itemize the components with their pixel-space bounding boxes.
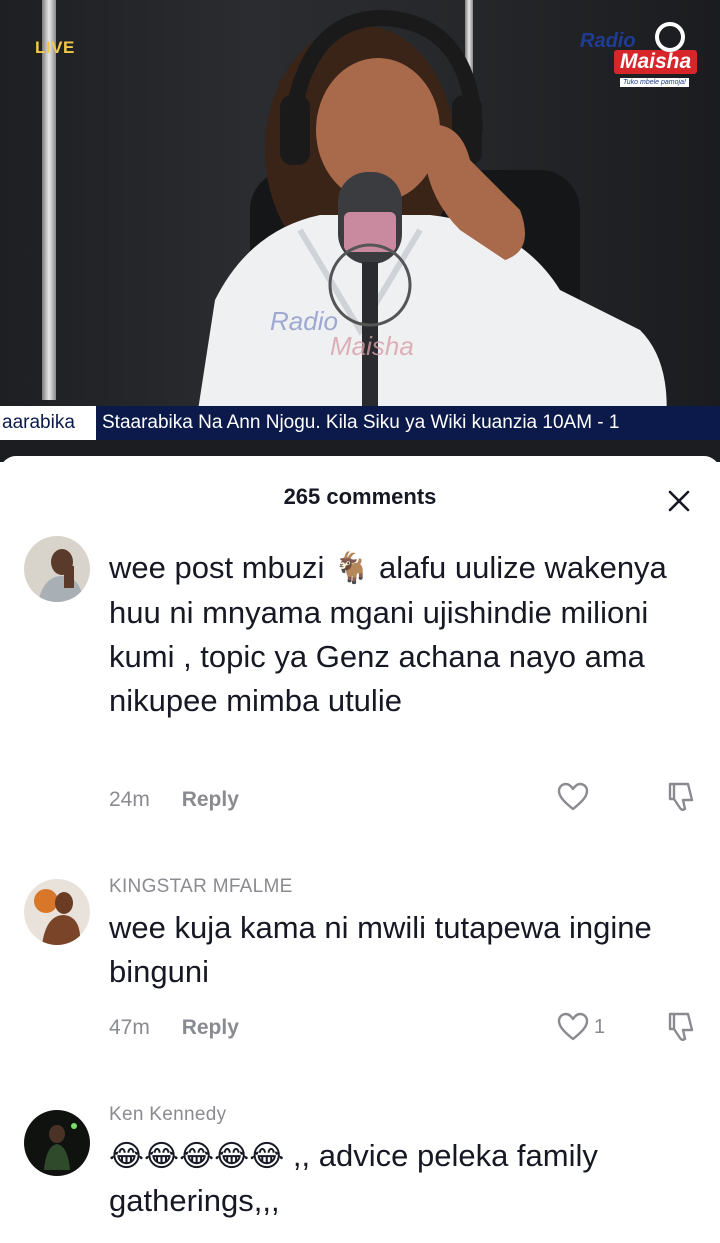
svg-text:Radio: Radio [270, 306, 338, 336]
avatar[interactable] [24, 1110, 90, 1176]
svg-text:Maisha: Maisha [330, 331, 414, 361]
ticker-tab: aarabika [0, 406, 96, 440]
goat-emoji: 🐐 [333, 552, 371, 585]
comment-item: KINGSTAR MFALME wee kuja kama ni mwili t… [0, 876, 720, 1046]
comment-meta: 24m Reply [109, 788, 239, 812]
comment-time: 47m [109, 1016, 150, 1039]
comment-time: 24m [109, 788, 150, 811]
heart-icon[interactable] [557, 782, 589, 812]
thumbs-down-icon[interactable] [664, 1010, 698, 1044]
comment-text-part: wee post mbuzi [109, 550, 325, 585]
comment-meta: 47m Reply [109, 1016, 239, 1040]
ticker-text: Staarabika Na Ann Njogu. Kila Siku ya Wi… [102, 412, 620, 433]
comment-text: wee post mbuzi 🐐 alafu uulize wakenya hu… [109, 546, 669, 723]
logo-ring-icon [655, 22, 685, 52]
comment-author[interactable]: Ken Kennedy [109, 1104, 226, 1126]
live-video-player[interactable]: Radio Maisha LIVE Radio Maisha Tuko mbel… [0, 0, 720, 462]
like-count: 1 [594, 1016, 606, 1038]
radio-maisha-logo: Radio Maisha Tuko mbele pamoja! [580, 22, 698, 94]
logo-tagline: Tuko mbele pamoja! [620, 78, 689, 87]
logo-line2: Maisha [614, 50, 698, 74]
live-badge: LIVE [35, 38, 75, 57]
comments-sheet: 265 comments wee post mbuzi 🐐 alafu uuli… [0, 456, 720, 1243]
comment-item: wee post mbuzi 🐐 alafu uulize wakenya hu… [0, 536, 720, 826]
thumbs-down-icon[interactable] [664, 780, 698, 814]
reply-button[interactable]: Reply [182, 788, 239, 811]
comment-author[interactable]: KINGSTAR MFALME [109, 876, 293, 898]
comment-item: Ken Kennedy 😂😂😂😂😂 ,, advice peleka famil… [0, 1104, 720, 1243]
close-icon[interactable] [662, 484, 696, 518]
reply-button[interactable]: Reply [182, 1016, 239, 1039]
comment-text: wee kuja kama ni mwili tutapewa ingine b… [109, 910, 652, 989]
avatar[interactable] [24, 536, 90, 602]
news-ticker: aarabika Staarabika Na Ann Njogu. Kila S… [0, 406, 720, 440]
laughing-emoji: 😂😂😂😂😂 [109, 1140, 285, 1173]
comments-count-title: 265 comments [283, 484, 437, 509]
comment-text: 😂😂😂😂😂 ,, advice peleka family gatherings… [109, 1134, 669, 1223]
avatar[interactable] [24, 879, 90, 945]
heart-icon[interactable] [557, 1012, 589, 1042]
